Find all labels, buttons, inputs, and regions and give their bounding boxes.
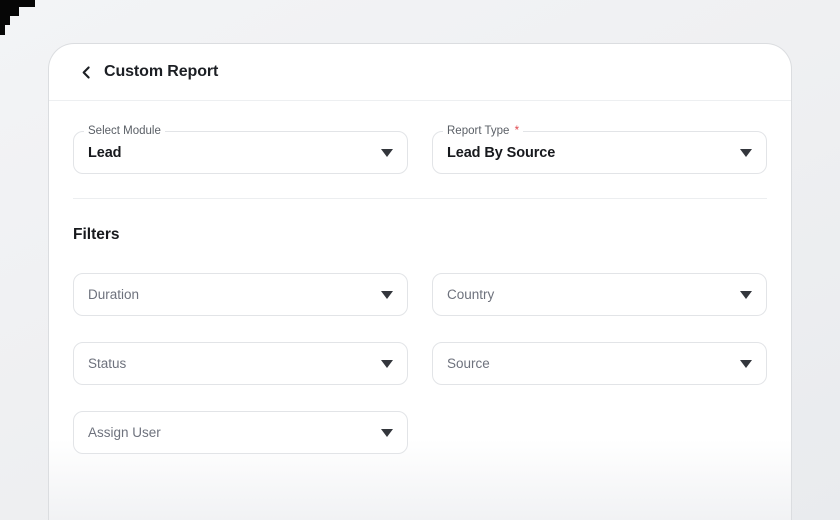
select-module-dropdown[interactable]: Select Module Lead: [73, 131, 408, 174]
chevron-down-icon: [381, 291, 393, 299]
status-dropdown[interactable]: Status: [73, 342, 408, 385]
back-button[interactable]: [76, 62, 96, 82]
duration-dropdown[interactable]: Duration: [73, 273, 408, 316]
select-module-value: Lead: [88, 145, 121, 161]
module-row: Select Module Lead Report Type * Lead By…: [73, 131, 767, 174]
report-type-label-text: Report Type: [447, 125, 509, 137]
status-placeholder: Status: [88, 356, 126, 371]
country-dropdown[interactable]: Country: [432, 273, 767, 316]
chevron-down-icon: [381, 149, 393, 157]
required-asterisk: *: [515, 125, 519, 137]
report-type-label: Report Type *: [443, 124, 523, 139]
page-background: Custom Report Select Module Lead Report …: [0, 0, 840, 520]
chevron-down-icon: [740, 291, 752, 299]
chevron-down-icon: [740, 149, 752, 157]
chevron-down-icon: [381, 429, 393, 437]
assign-user-dropdown[interactable]: Assign User: [73, 411, 408, 454]
chevron-down-icon: [381, 360, 393, 368]
section-divider: [73, 198, 767, 199]
card-header: Custom Report: [49, 44, 791, 101]
filters-grid: Duration Country Status Source Assign Us: [73, 273, 767, 454]
source-dropdown[interactable]: Source: [432, 342, 767, 385]
chevron-down-icon: [740, 360, 752, 368]
chevron-left-icon: [78, 64, 95, 81]
report-form: Select Module Lead Report Type * Lead By…: [49, 131, 791, 454]
select-module-label: Select Module: [84, 124, 165, 139]
report-type-dropdown[interactable]: Report Type * Lead By Source: [432, 131, 767, 174]
corner-artifact: [0, 0, 36, 36]
report-type-value: Lead By Source: [447, 145, 555, 161]
assign-user-placeholder: Assign User: [88, 425, 161, 440]
duration-placeholder: Duration: [88, 287, 139, 302]
filters-heading: Filters: [73, 226, 767, 244]
country-placeholder: Country: [447, 287, 494, 302]
custom-report-card: Custom Report Select Module Lead Report …: [48, 43, 792, 520]
source-placeholder: Source: [447, 356, 490, 371]
select-module-label-text: Select Module: [88, 125, 161, 137]
page-title: Custom Report: [104, 63, 218, 81]
